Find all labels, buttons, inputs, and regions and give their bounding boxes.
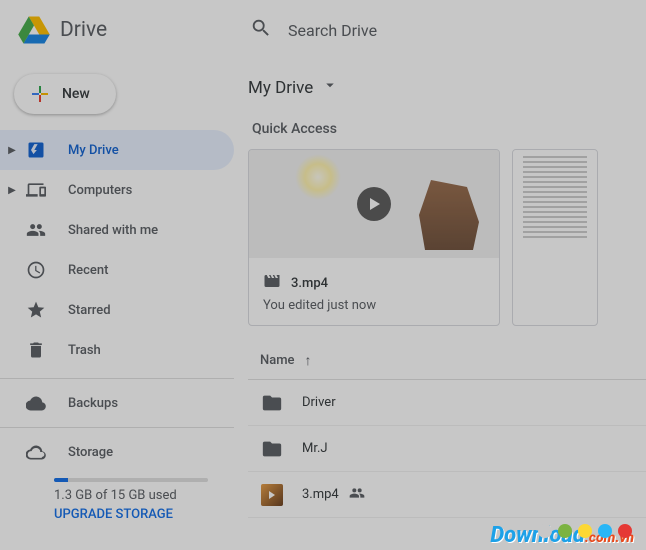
trash-icon	[24, 338, 48, 362]
breadcrumb[interactable]: My Drive	[248, 70, 646, 107]
sidebar-item-storage[interactable]: ▶ Storage	[0, 432, 234, 472]
file-row[interactable]: Mr.J	[248, 426, 646, 472]
app-title: Drive	[60, 18, 107, 42]
sidebar-item-starred[interactable]: ▶ Starred	[0, 290, 234, 330]
cloud-outline-icon	[24, 440, 48, 464]
sidebar-item-computers[interactable]: ▶ Computers	[0, 170, 234, 210]
search-bar[interactable]: Search Drive	[250, 17, 630, 43]
sidebar-item-shared[interactable]: ▶ Shared with me	[0, 210, 234, 250]
sidebar-item-my-drive[interactable]: ▶ My Drive	[0, 130, 234, 170]
sidebar-item-recent[interactable]: ▶ Recent	[0, 250, 234, 290]
video-file-icon	[263, 272, 281, 294]
storage-used-text: 1.3 GB of 15 GB used	[54, 488, 234, 503]
app-logo-area[interactable]: Drive	[16, 12, 250, 48]
new-button-label: New	[62, 86, 90, 102]
list-sort-header[interactable]: Name ↑	[248, 342, 646, 380]
search-icon	[250, 17, 272, 43]
quick-access-card[interactable]: 3.mp4 You edited just now	[248, 149, 500, 326]
cloud-filled-icon	[24, 391, 48, 415]
dropdown-icon	[321, 76, 339, 99]
folder-icon	[260, 438, 284, 460]
sidebar-item-trash[interactable]: ▶ Trash	[0, 330, 234, 370]
star-icon	[24, 298, 48, 322]
drive-logo-icon	[16, 12, 52, 48]
drive-icon	[24, 138, 48, 162]
quick-access-title: Quick Access	[248, 107, 646, 149]
caret-icon: ▶	[0, 185, 24, 196]
clock-icon	[24, 258, 48, 282]
quick-access-card[interactable]	[512, 149, 598, 326]
upgrade-storage-link[interactable]: UPGRADE STORAGE	[54, 507, 234, 522]
shared-icon	[349, 485, 365, 505]
folder-icon	[260, 392, 284, 414]
devices-icon	[24, 178, 48, 202]
storage-progress	[54, 478, 208, 482]
plus-icon	[28, 82, 52, 106]
caret-icon: ▶	[0, 145, 24, 156]
video-thumb-icon	[260, 484, 284, 506]
video-thumbnail	[249, 150, 499, 258]
search-placeholder: Search Drive	[288, 21, 377, 40]
sidebar-item-backups[interactable]: ▶ Backups	[0, 383, 234, 423]
file-row[interactable]: 3.mp4	[248, 472, 646, 518]
document-thumbnail	[513, 150, 597, 258]
watermark-dots	[538, 524, 632, 538]
play-icon	[357, 187, 391, 221]
file-row[interactable]: Driver	[248, 380, 646, 426]
sort-arrow-up-icon: ↑	[305, 352, 312, 369]
people-icon	[24, 218, 48, 242]
new-button[interactable]: New	[14, 74, 116, 114]
